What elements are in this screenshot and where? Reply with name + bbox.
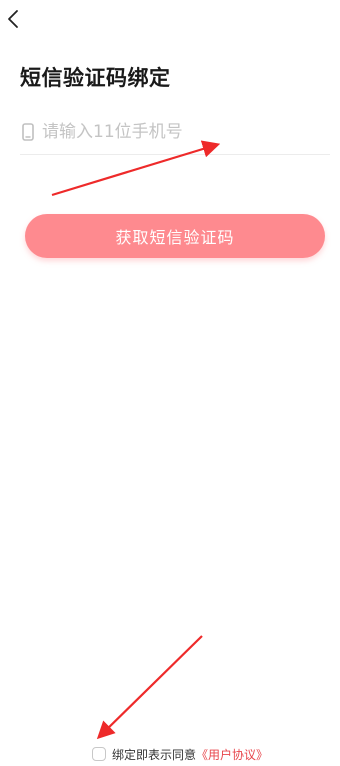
arrow-to-agreement-checkbox xyxy=(96,635,203,740)
agreement-row: 绑定即表示同意 《用户协议》 xyxy=(92,744,268,764)
get-sms-code-button[interactable]: 获取短信验证码 xyxy=(25,214,325,258)
phone-number-input[interactable] xyxy=(42,122,330,142)
agreement-checkbox[interactable] xyxy=(92,747,106,761)
user-agreement-link[interactable]: 《用户协议》 xyxy=(196,746,268,763)
mobile-phone-icon xyxy=(20,122,36,142)
agreement-text: 绑定即表示同意 xyxy=(112,747,197,762)
sms-binding-page: 短信验证码绑定 获取短信验证码 绑定即表示同意 《用户协议》 xyxy=(0,0,340,766)
chevron-left-icon xyxy=(8,10,18,28)
phone-field-row xyxy=(20,110,330,155)
page-title: 短信验证码绑定 xyxy=(20,66,171,90)
back-button[interactable] xyxy=(2,6,24,32)
